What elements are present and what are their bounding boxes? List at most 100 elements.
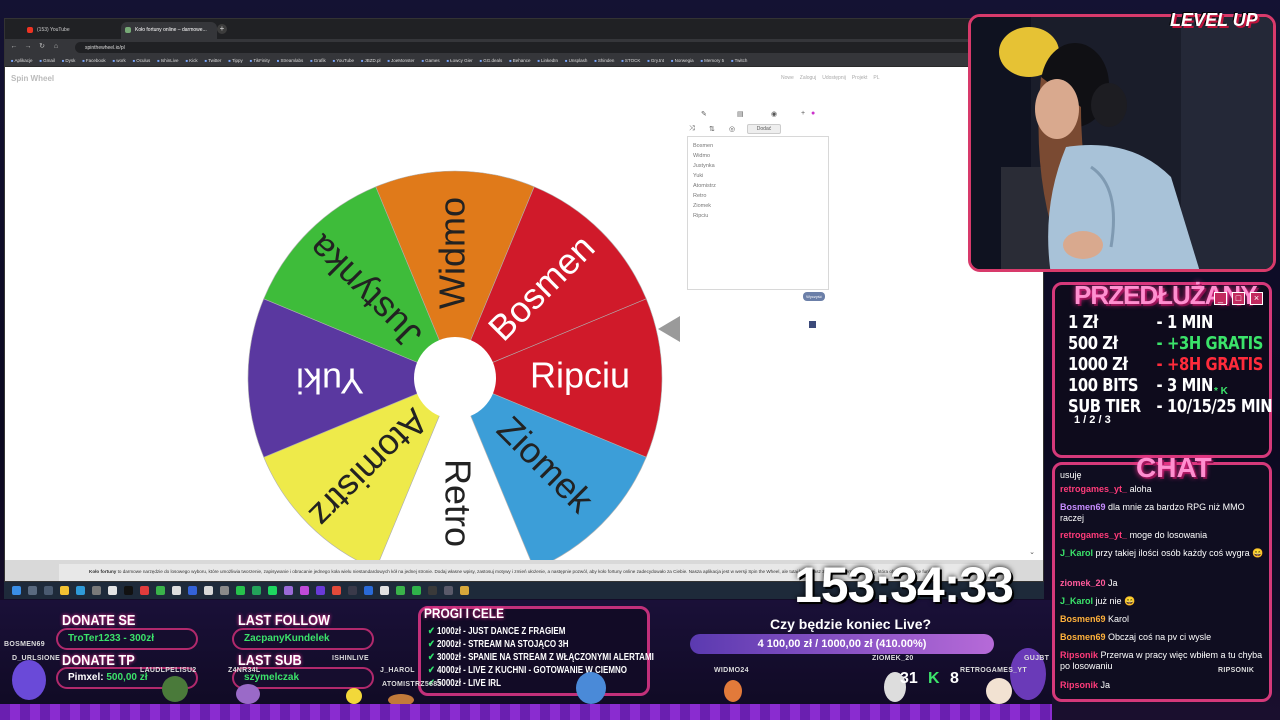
bookmark-item[interactable]: JoeMonster <box>388 58 415 63</box>
viewer-tag: GUJBT <box>1024 655 1050 662</box>
bookmark-item[interactable]: Twitch <box>731 58 747 63</box>
app-icon[interactable] <box>444 586 453 595</box>
site-nav-item[interactable]: PL <box>873 75 879 81</box>
chat-username[interactable]: Bosmen69 <box>1060 614 1106 624</box>
bookmark-item[interactable]: Unsplash <box>565 58 587 63</box>
wheel-segment-label: Ripciu <box>530 355 630 396</box>
chat-username[interactable]: ziomek_20 <box>1060 578 1106 588</box>
bookmark-item[interactable]: Aplikacje <box>11 58 33 63</box>
app-icon[interactable] <box>124 586 133 595</box>
site-logo[interactable]: Spin Wheel <box>11 74 54 83</box>
clear-button[interactable]: Wyczyść <box>803 292 825 301</box>
app-icon[interactable] <box>300 586 309 595</box>
home-icon[interactable]: ⌂ <box>51 42 61 52</box>
close-icon[interactable] <box>809 321 816 328</box>
bookmark-item[interactable]: YouTube <box>333 58 354 63</box>
app-icon[interactable] <box>156 586 165 595</box>
bookmark-item[interactable]: IshinLive <box>157 58 178 63</box>
app-icon[interactable] <box>188 586 197 595</box>
clipboard-icon[interactable]: ▤ <box>737 110 744 118</box>
chrome-icon[interactable] <box>396 586 405 595</box>
folder-icon[interactable] <box>60 586 69 595</box>
app-icon[interactable] <box>380 586 389 595</box>
chat-username[interactable]: retrogames_yt_ <box>1060 484 1127 494</box>
app-icon[interactable] <box>348 586 357 595</box>
eye-icon[interactable]: ◉ <box>771 110 777 118</box>
reload-icon[interactable]: ↻ <box>37 42 47 52</box>
chat-username[interactable]: Bosmen69 <box>1060 502 1106 512</box>
bookmark-item[interactable]: Grafik <box>310 58 326 63</box>
task-view-icon[interactable] <box>44 586 53 595</box>
bookmark-item[interactable]: Kick <box>186 58 198 63</box>
site-nav-item[interactable]: Udostępnij <box>822 75 846 81</box>
tab-wheel[interactable]: Koło fortuny online – darmowe... <box>121 22 217 39</box>
bookmark-item[interactable]: Łowcy Gier <box>447 58 473 63</box>
plus-icon[interactable]: + <box>801 110 805 117</box>
spotify-icon[interactable] <box>268 586 277 595</box>
app-icon[interactable] <box>332 586 341 595</box>
image-icon[interactable]: ◎ <box>729 125 735 133</box>
store-icon[interactable] <box>76 586 85 595</box>
app-icon[interactable] <box>428 586 437 595</box>
chat-username[interactable]: Ripsonik <box>1060 680 1098 690</box>
app-icon[interactable] <box>108 586 117 595</box>
bookmark-item[interactable]: LinkedIn <box>538 58 559 63</box>
xbox-icon[interactable] <box>412 586 421 595</box>
bookmark-item[interactable]: GG.deals <box>480 58 503 63</box>
chat-username[interactable]: J_Karol <box>1060 548 1093 558</box>
bookmark-item[interactable]: Shinden <box>594 58 614 63</box>
app-icon[interactable] <box>92 586 101 595</box>
bookmark-item[interactable]: work <box>113 58 126 63</box>
wheel-center[interactable] <box>414 337 496 419</box>
address-bar[interactable]: spinthewheel.io/pl <box>75 42 975 53</box>
bookmark-item[interactable]: JBZD.pl <box>361 58 381 63</box>
bookmark-item[interactable]: Gry.tnt <box>647 58 664 63</box>
pencil-icon[interactable]: ✎ <box>701 110 707 118</box>
app-icon[interactable] <box>460 586 469 595</box>
chat-text: Ja <box>1108 578 1118 588</box>
entries-textarea[interactable]: Bosmen Widmo Justynka Yuki Atomistrz Retro Zio… <box>687 136 829 290</box>
bookmark-item[interactable]: Gmail <box>40 58 55 63</box>
app-icon[interactable] <box>172 586 181 595</box>
app-icon[interactable] <box>140 586 149 595</box>
app-icon[interactable] <box>284 586 293 595</box>
bookmark-item[interactable]: Memory 5 <box>701 58 725 63</box>
app-icon[interactable] <box>204 586 213 595</box>
wheel[interactable]: RipciuZiomekRetroAtomistrzYukiJustynka Wi… <box>245 168 665 582</box>
goal-item: ✔ 2000zł - STREAM NA STOJĄCO 3H <box>428 639 569 650</box>
bookmark-item[interactable]: Dysk <box>62 58 76 63</box>
search-icon[interactable] <box>28 586 37 595</box>
site-nav-item[interactable]: Nowe <box>781 75 794 81</box>
site-nav-item[interactable]: Projekt <box>852 75 868 81</box>
app-icon[interactable] <box>252 586 261 595</box>
tab-youtube[interactable]: (153) YouTube <box>23 22 119 39</box>
chevron-down-icon[interactable]: ⌄ <box>1029 548 1035 556</box>
back-icon[interactable]: ← <box>9 42 19 52</box>
twitch-icon[interactable] <box>316 586 325 595</box>
bookmark-item[interactable]: Streamlabs <box>277 58 303 63</box>
site-nav-item[interactable]: Zaloguj <box>800 75 816 81</box>
bookmark-item[interactable]: Behance <box>509 58 530 63</box>
bookmark-item[interactable]: TikFinity <box>250 58 270 63</box>
palette-icon[interactable]: ● <box>811 110 815 117</box>
chat-username[interactable]: Bosmen69 <box>1060 632 1106 642</box>
new-tab-button[interactable]: + <box>217 24 227 34</box>
chat-username[interactable]: retrogames_yt_ <box>1060 530 1127 540</box>
start-icon[interactable] <box>12 586 21 595</box>
bookmark-item[interactable]: Facebook <box>82 58 105 63</box>
bookmark-item[interactable]: STOCK <box>621 58 640 63</box>
steam-icon[interactable] <box>364 586 373 595</box>
sort-icon[interactable]: ⇅ <box>709 125 715 133</box>
bookmark-item[interactable]: Twitter <box>205 58 222 63</box>
bookmark-item[interactable]: Games <box>422 58 440 63</box>
app-icon[interactable] <box>236 586 245 595</box>
bookmark-item[interactable]: Norwegia <box>671 58 694 63</box>
bookmark-item[interactable]: Oculus <box>133 58 151 63</box>
shuffle-icon[interactable]: ⤨ <box>689 125 695 133</box>
add-image-button[interactable]: Dodać <box>747 124 781 134</box>
chat-username[interactable]: J_Karol <box>1060 596 1093 606</box>
bookmark-item[interactable]: Tippy <box>228 58 242 63</box>
forward-icon[interactable]: → <box>23 42 33 52</box>
chat-username[interactable]: Ripsonik <box>1060 650 1098 660</box>
app-icon[interactable] <box>220 586 229 595</box>
